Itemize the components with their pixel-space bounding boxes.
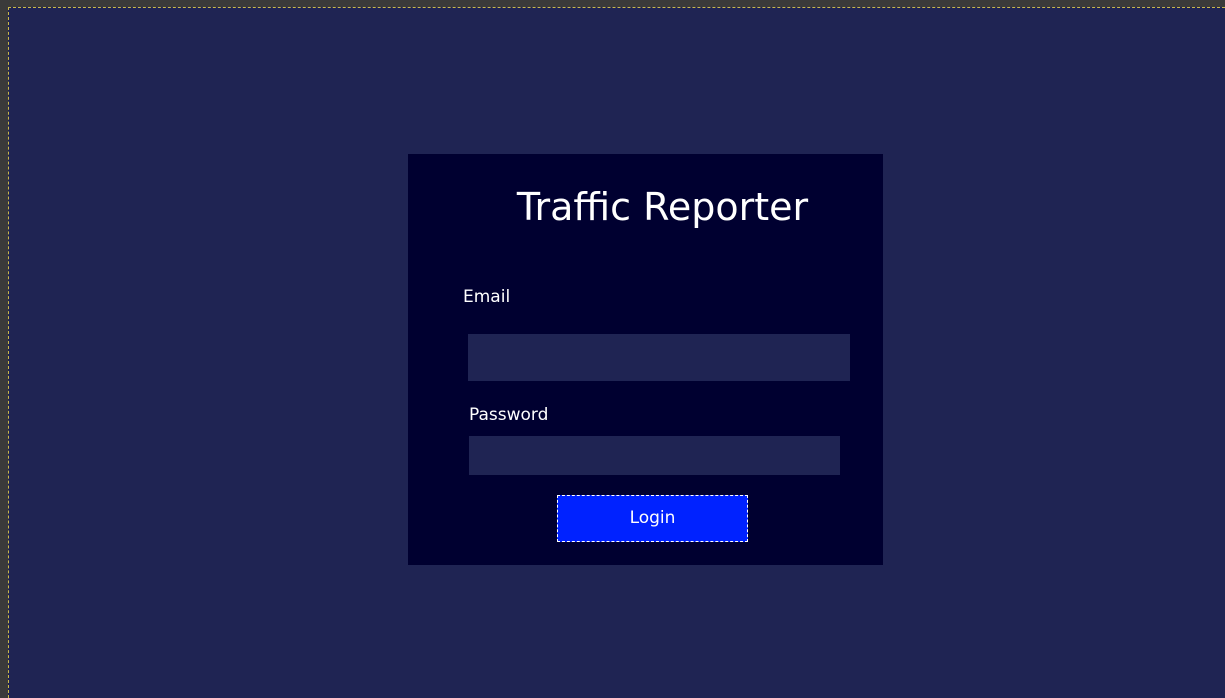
password-field[interactable] [469,436,840,475]
page-title: Traffic Reporter [516,185,809,229]
email-label: Email [463,287,511,307]
browser-viewport: Traffic Reporter Email Password Login [0,0,1225,698]
login-button[interactable]: Login [557,495,748,542]
password-label: Password [469,405,549,425]
email-field[interactable] [468,334,850,381]
